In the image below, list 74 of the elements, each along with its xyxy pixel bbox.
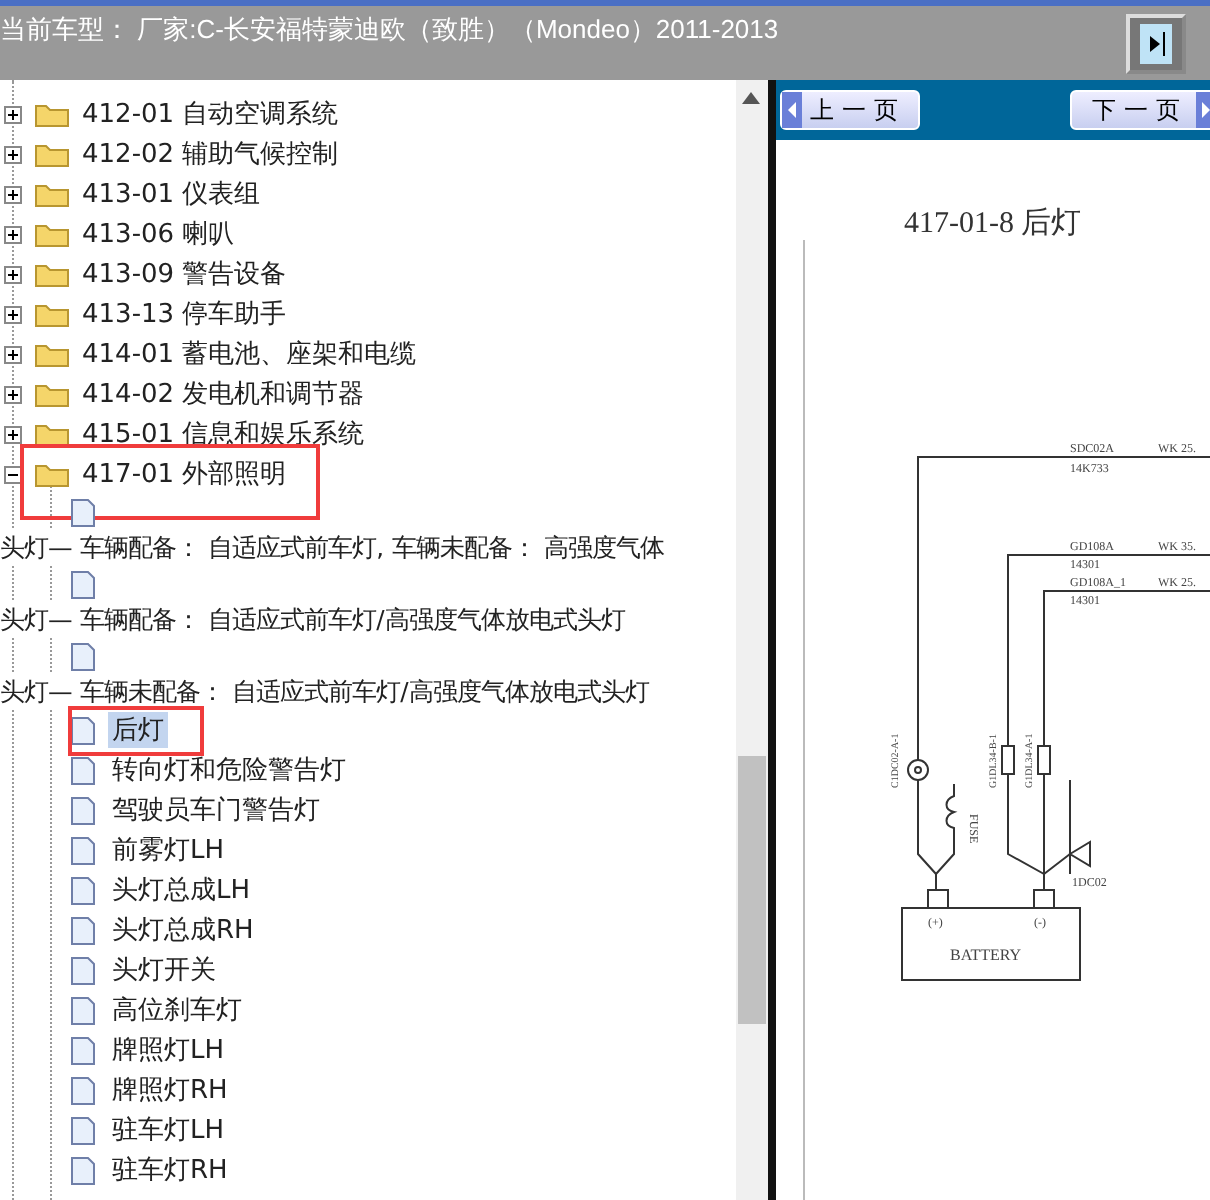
tree-item[interactable]: 413-09 警告设备: [78, 256, 291, 292]
document-icon: [70, 955, 96, 985]
document-icon: [70, 715, 96, 745]
tree-item-caption[interactable]: 头灯— 车辆配备： 自适应式前车灯, 车辆未配备： 高强度气体: [0, 530, 664, 566]
tree-item[interactable]: 后灯: [108, 712, 168, 748]
folder-icon: [34, 140, 70, 168]
tree-item[interactable]: 头灯总成RH: [108, 912, 258, 948]
document-icon: [70, 1155, 96, 1185]
document-icon: [70, 1115, 96, 1145]
tree-item[interactable]: 牌照灯RH: [108, 1072, 232, 1108]
expand-icon[interactable]: [4, 185, 22, 203]
document-icon: [70, 755, 96, 785]
expand-icon[interactable]: [4, 425, 22, 443]
fuse-icon: [935, 783, 955, 875]
document-icon: [70, 1075, 96, 1105]
tree-item[interactable]: 412-02 辅助气候控制: [78, 136, 343, 172]
tree-item[interactable]: 前雾灯LH: [108, 832, 229, 868]
toggle-button[interactable]: [1126, 14, 1186, 74]
folder-icon: [34, 340, 70, 368]
document-title: 417-01-8 后灯: [904, 205, 1082, 242]
tree-item[interactable]: 417-01 外部照明: [78, 456, 291, 492]
battery-label: BATTERY: [950, 946, 1022, 964]
expand-icon[interactable]: [4, 345, 22, 363]
document-icon: [70, 915, 96, 945]
document-icon: [70, 569, 96, 599]
tree-item[interactable]: 413-01 仪表组: [78, 176, 265, 212]
tree-item[interactable]: 驻车灯LH: [108, 1112, 229, 1148]
connector-icon: [1037, 745, 1051, 775]
expand-icon[interactable]: [4, 225, 22, 243]
ground-icon: [1043, 779, 1091, 875]
expand-icon[interactable]: [4, 385, 22, 403]
scroll-up-icon[interactable]: [742, 92, 760, 104]
tree-item[interactable]: 413-06 喇叭: [78, 216, 239, 252]
folder-icon: [34, 220, 70, 248]
expand-icon[interactable]: [4, 305, 22, 323]
header-title: 当前车型： 厂家:C-长安福特蒙迪欧（致胜）（Mondeo）2011-2013: [0, 12, 779, 48]
next-page-button[interactable]: 下一页: [1070, 90, 1210, 130]
document-icon: [70, 875, 96, 905]
tree-item[interactable]: 414-02 发电机和调节器: [78, 376, 369, 412]
expand-icon[interactable]: [4, 265, 22, 283]
right-arrow-icon: [1196, 92, 1210, 128]
folder-icon: [34, 460, 70, 488]
document-icon: [70, 641, 96, 671]
document-icon: [70, 1035, 96, 1065]
tree-item[interactable]: 头灯总成LH: [108, 872, 255, 908]
folder-icon: [34, 100, 70, 128]
previous-page-button[interactable]: 上一页: [780, 90, 920, 130]
tree-item[interactable]: 驻车灯RH: [108, 1152, 232, 1188]
expand-icon[interactable]: [4, 105, 22, 123]
expand-icon[interactable]: [4, 145, 22, 163]
tree-item-caption[interactable]: 头灯— 车辆未配备： 自适应式前车灯/高强度气体放电式头灯: [0, 674, 649, 710]
tree-item-caption[interactable]: 头灯— 车辆配备： 自适应式前车灯/高强度气体放电式头灯: [0, 602, 625, 638]
tree-item[interactable]: 高位刹车灯: [108, 992, 246, 1028]
folder-icon: [34, 300, 70, 328]
scrollbar[interactable]: [736, 80, 768, 1200]
folder-icon: [34, 260, 70, 288]
tree-item[interactable]: 413-13 停车助手: [78, 296, 291, 332]
battery-icon: [901, 889, 1081, 981]
tree-item[interactable]: 牌照灯LH: [108, 1032, 229, 1068]
tree-item[interactable]: 头灯开关: [108, 952, 220, 988]
connector-icon: [907, 759, 929, 781]
tree-item[interactable]: 驾驶员车门警告灯: [108, 792, 324, 828]
scroll-thumb[interactable]: [738, 756, 766, 1024]
document-icon: [70, 995, 96, 1025]
folder-icon: [34, 180, 70, 208]
folder-icon: [34, 420, 70, 448]
document-icon: [70, 835, 96, 865]
tree-item[interactable]: 414-01 蓄电池、座架和电缆: [78, 336, 421, 372]
tree-item[interactable]: 412-01 自动空调系统: [78, 96, 343, 132]
document-icon: [70, 795, 96, 825]
connector-icon: [1001, 745, 1015, 775]
document-icon: [70, 497, 96, 527]
tree-item[interactable]: 转向灯和危险警告灯: [108, 752, 350, 788]
folder-icon: [34, 380, 70, 408]
